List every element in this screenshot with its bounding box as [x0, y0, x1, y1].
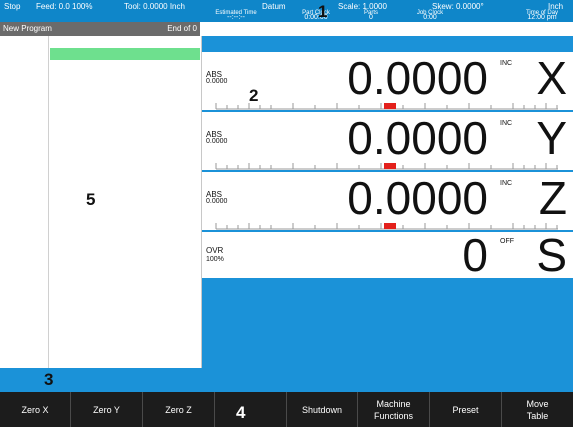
- callout-2: 2: [249, 86, 259, 105]
- softkey-spacer: [0, 368, 573, 392]
- axis-scale: [215, 163, 558, 170]
- estimated-time-value: --:--:--: [227, 14, 245, 21]
- spindle-letter[interactable]: S: [536, 232, 567, 278]
- current-line-highlight: [50, 48, 200, 60]
- preset-button[interactable]: Preset: [430, 392, 502, 427]
- machine-functions-button[interactable]: Machine Functions: [358, 392, 430, 427]
- status-bar: Stop Feed: 0.0 100% Tool: 0.0000 Inch Da…: [0, 0, 573, 22]
- spindle-override: 100%: [206, 256, 224, 263]
- machine-state: Stop: [4, 2, 21, 11]
- parts-value: 0: [369, 14, 373, 21]
- spindle-state: OFF: [500, 238, 514, 245]
- job-clock-value: 0:00: [423, 14, 437, 21]
- zero-x-button[interactable]: Zero X: [0, 392, 71, 427]
- tool-readout[interactable]: Tool: 0.0000 Inch: [124, 2, 185, 11]
- zero-y-button[interactable]: Zero Y: [71, 392, 143, 427]
- shutdown-button[interactable]: Shutdown: [287, 392, 358, 427]
- spindle-row[interactable]: OVR 100% 0 OFF S: [202, 232, 573, 278]
- zero-z-button[interactable]: Zero Z: [143, 392, 215, 427]
- spindle-mode: OVR: [206, 246, 224, 255]
- program-end: End of 0: [167, 24, 197, 33]
- axis-letter[interactable]: X: [536, 52, 567, 104]
- axis-readout: 0.0000: [347, 172, 488, 224]
- axis-readout: 0.0000: [347, 112, 488, 164]
- blank-softkey[interactable]: [215, 392, 287, 427]
- inc-label: INC: [500, 120, 513, 127]
- axis-mode-value: 0.0000: [206, 198, 228, 205]
- spindle-readout: 0: [462, 229, 488, 281]
- program-name: New Program: [3, 24, 52, 33]
- time-of-day-value: 12:00 pm: [527, 14, 557, 21]
- line-number-gutter: [48, 36, 49, 368]
- axis-scale: [215, 223, 558, 230]
- axis-mode-value: 0.0000: [206, 138, 228, 145]
- axis-row-y[interactable]: ABS 0.0000 0.0000 INC Y: [202, 112, 573, 170]
- axis-letter[interactable]: Z: [539, 172, 567, 224]
- move-table-button[interactable]: Move Table: [502, 392, 573, 427]
- softkey-bar: Zero X Zero Y Zero Z Shutdown Machine Fu…: [0, 392, 573, 427]
- program-header: New Program End of 0: [0, 22, 200, 36]
- axis-readout: 0.0000: [347, 52, 488, 104]
- inc-label: INC: [500, 60, 513, 67]
- callout-3: 3: [44, 370, 54, 389]
- callout-4: 4: [236, 403, 246, 422]
- axis-letter[interactable]: Y: [536, 112, 567, 164]
- inc-label: INC: [500, 180, 513, 187]
- axis-scale: [215, 103, 558, 110]
- part-clock-value: 0:00:00: [304, 14, 328, 21]
- axis-row-z[interactable]: ABS 0.0000 0.0000 INC Z: [202, 172, 573, 230]
- feed-readout: Feed: 0.0 100%: [36, 2, 93, 11]
- dro-screen: Stop Feed: 0.0 100% Tool: 0.0000 Inch Da…: [0, 0, 573, 427]
- callout-5: 5: [86, 190, 96, 209]
- program-listing[interactable]: [0, 36, 202, 368]
- axis-mode-value: 0.0000: [206, 78, 228, 85]
- callout-1: 1: [318, 2, 328, 21]
